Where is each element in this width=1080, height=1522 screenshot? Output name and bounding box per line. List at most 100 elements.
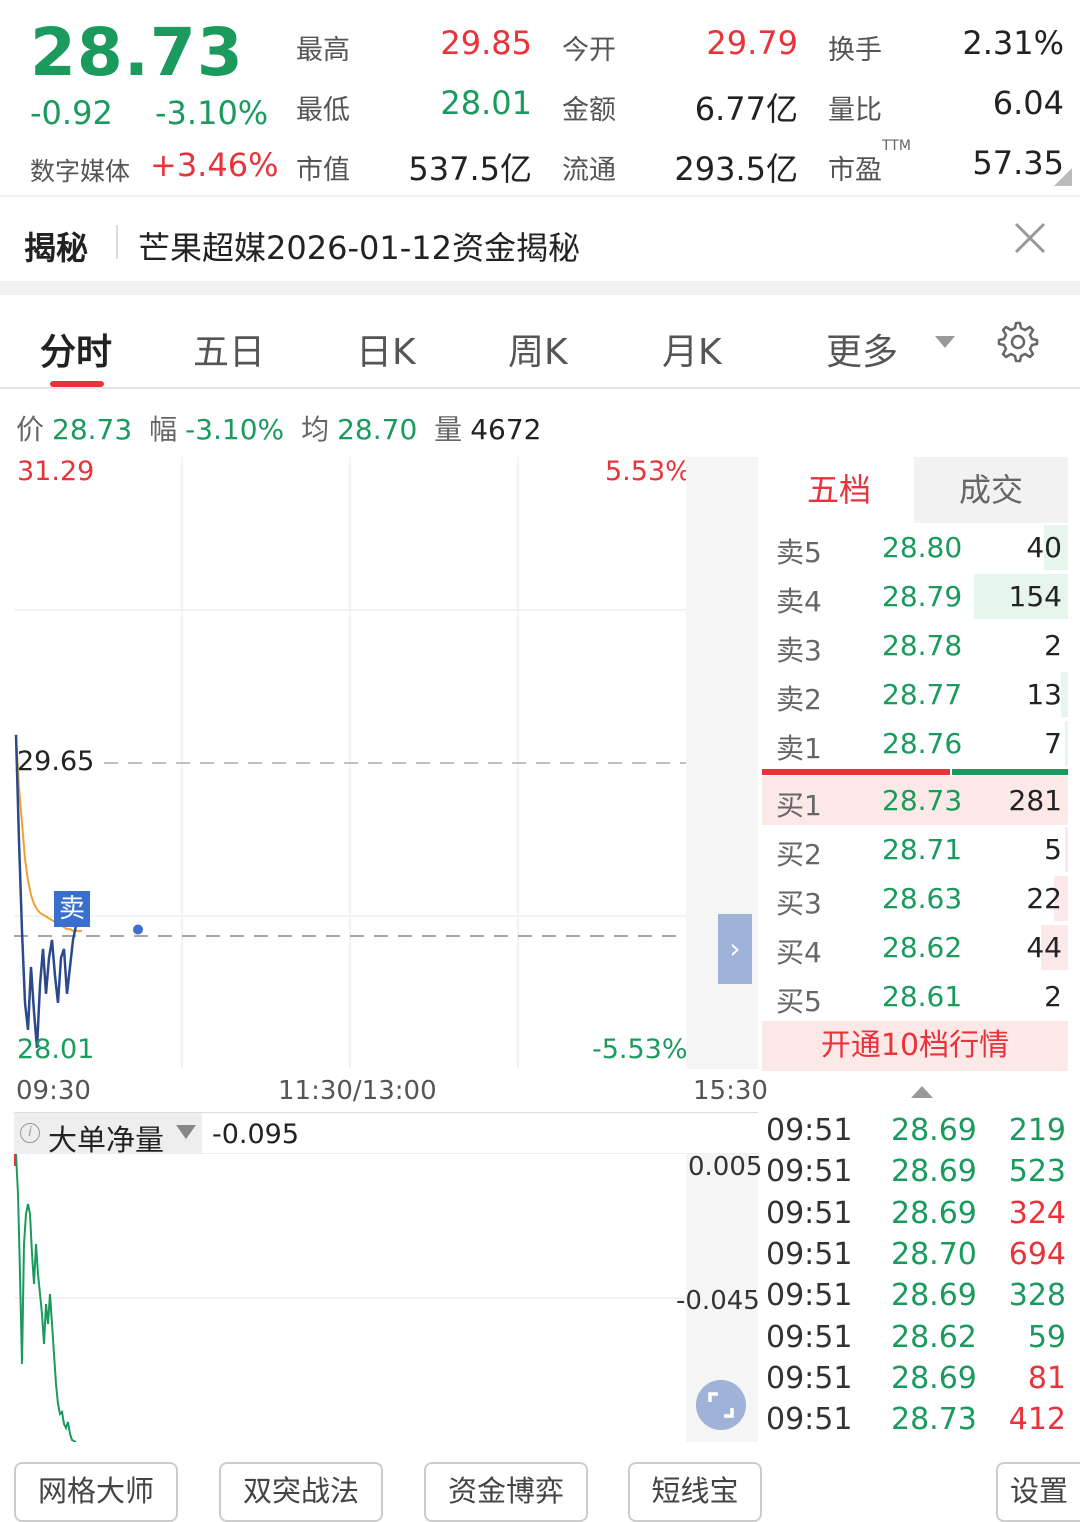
trade-row: 09:51 28.69 81 <box>766 1361 1066 1402</box>
tab-daily-k[interactable]: 日K <box>356 323 416 375</box>
sell-level-3[interactable]: 卖3 28.78 2 <box>762 621 1068 670</box>
float-cap-value: 293.5亿 <box>674 150 798 188</box>
buy-level-2[interactable]: 买2 28.71 5 <box>762 825 1068 874</box>
trade-row: 09:51 28.69 324 <box>766 1196 1066 1237</box>
tab-five-day[interactable]: 五日 <box>193 323 265 375</box>
chevron-up-icon[interactable] <box>911 1086 933 1098</box>
tab-monthly-k[interactable]: 月K <box>662 323 722 375</box>
info-price: 28.73 <box>52 413 133 446</box>
level-volume: 7 <box>1044 727 1062 760</box>
chart-high-label: 31.29 <box>17 456 95 487</box>
buy-level-4[interactable]: 买4 28.62 44 <box>762 923 1068 972</box>
sell-marker[interactable]: 卖 <box>54 891 90 927</box>
indicator-max-label: 0.005 <box>688 1152 763 1182</box>
level-price: 28.76 <box>882 727 963 760</box>
info-icon[interactable]: i <box>20 1123 40 1143</box>
info-avg: 28.70 <box>337 413 418 446</box>
chevron-down-icon[interactable] <box>935 336 955 348</box>
level-volume: 2 <box>1044 629 1062 662</box>
sector-name[interactable]: 数字媒体 <box>30 152 130 188</box>
level-volume: 13 <box>1026 678 1062 711</box>
fund-reveal-bar[interactable]: 揭秘 芒果超媒2026-01-12资金揭秘 <box>0 199 1080 281</box>
price-change-pct: -3.10% <box>155 94 269 132</box>
sell-level-4[interactable]: 卖2 28.77 13 <box>762 670 1068 719</box>
quote-header: 28.73 -0.92 -3.10% 数字媒体 +3.46% 最高 29.85 … <box>0 0 1080 197</box>
open-10-levels-button[interactable]: 开通10档行情 <box>762 1021 1068 1071</box>
buy-level-1[interactable]: 买1 28.73 281 <box>762 776 1068 825</box>
grid-master-button[interactable]: 网格大师 <box>14 1462 178 1522</box>
buy-pressure-bar <box>762 769 950 775</box>
double-breakout-button[interactable]: 双突战法 <box>219 1462 383 1522</box>
info-range: -3.10% <box>185 413 285 446</box>
fullscreen-icon[interactable] <box>696 1380 746 1430</box>
tab-intraday[interactable]: 分时 <box>40 323 112 375</box>
level-volume: 40 <box>1026 531 1062 564</box>
level-volume: 2 <box>1044 980 1062 1013</box>
trade-price: 28.69 <box>891 1195 977 1231</box>
level-price: 28.77 <box>882 678 963 711</box>
volume-ratio-value: 6.04 <box>992 84 1064 122</box>
level-price: 28.61 <box>882 980 963 1013</box>
price-change: -0.92 <box>30 94 113 132</box>
level-volume: 154 <box>1008 580 1062 613</box>
chart-high-pct-label: 5.53% <box>605 456 691 487</box>
settings-button[interactable]: 设置 <box>996 1462 1080 1522</box>
float-cap-label: 流通 <box>562 155 616 186</box>
level-price: 28.63 <box>882 882 963 915</box>
buy-volume-bar <box>1065 827 1068 872</box>
level-price: 28.80 <box>882 531 963 564</box>
trade-price: 28.69 <box>891 1113 977 1148</box>
trade-row: 09:51 28.62 59 <box>766 1320 1066 1361</box>
buy-level-3[interactable]: 买3 28.63 22 <box>762 874 1068 923</box>
section-gap <box>0 281 1080 295</box>
dropdown-arrow-icon <box>176 1125 196 1139</box>
low-value: 28.01 <box>440 84 532 122</box>
level-price: 28.62 <box>882 931 963 964</box>
trade-time: 09:51 <box>766 1236 853 1272</box>
open-value: 29.79 <box>706 24 798 62</box>
trade-time: 09:51 <box>766 1278 853 1314</box>
level-volume: 22 <box>1026 882 1062 915</box>
trade-volume: 412 <box>1008 1402 1066 1438</box>
fund-game-button[interactable]: 资金博弈 <box>424 1462 588 1522</box>
sector-change-pct[interactable]: +3.46% <box>150 146 278 184</box>
sell-volume-bar <box>1061 672 1068 717</box>
sell-pressure-bar <box>952 769 1068 775</box>
tab-five-levels[interactable]: 五档 <box>764 457 914 523</box>
sell-level-5[interactable]: 卖1 28.76 7 <box>762 719 1068 768</box>
trade-volume: 694 <box>1008 1236 1066 1272</box>
indicator-selector[interactable]: i 大单净量 <box>14 1113 202 1157</box>
current-price: 28.73 <box>30 14 244 91</box>
pe-label: 市盈 <box>828 155 882 186</box>
tab-more[interactable]: 更多 <box>826 323 898 375</box>
period-tabs: 分时 五日 日K 周K 月K 更多 <box>0 295 1080 389</box>
level-label: 买4 <box>776 936 822 969</box>
high-label: 最高 <box>296 35 350 66</box>
sell-level-1[interactable]: 卖5 28.80 40 <box>762 523 1068 572</box>
trade-row: 09:51 28.73 412 <box>766 1402 1066 1443</box>
tab-trades[interactable]: 成交 <box>914 457 1068 523</box>
price-label: 价 <box>16 413 45 446</box>
indicator-chart[interactable] <box>14 1154 686 1442</box>
indicator-header: i 大单净量 -0.095 <box>14 1112 758 1157</box>
chevron-right-icon[interactable]: › <box>718 914 752 984</box>
level-price: 28.73 <box>882 784 963 817</box>
buy-level-5[interactable]: 买5 28.61 2 <box>762 972 1068 1021</box>
trade-time: 09:51 <box>766 1113 853 1148</box>
trade-row: 09:51 28.69 523 <box>766 1154 1066 1195</box>
vol-label: 量 <box>434 413 463 446</box>
short-term-button[interactable]: 短线宝 <box>628 1462 762 1522</box>
tab-weekly-k[interactable]: 周K <box>508 323 568 375</box>
reveal-text[interactable]: 芒果超媒2026-01-12资金揭秘 <box>138 223 580 269</box>
close-icon[interactable] <box>1010 218 1050 258</box>
trade-price: 28.69 <box>891 1278 977 1314</box>
avg-label: 均 <box>301 413 330 446</box>
expand-corner-icon[interactable] <box>1054 168 1072 186</box>
range-label: 幅 <box>149 413 178 446</box>
trade-volume: 324 <box>1008 1195 1066 1231</box>
current-price-dot <box>133 924 143 935</box>
trade-time: 09:51 <box>766 1402 853 1438</box>
sell-level-2[interactable]: 卖4 28.79 154 <box>762 572 1068 621</box>
gear-icon[interactable] <box>996 320 1040 364</box>
trade-price: 28.69 <box>891 1154 977 1190</box>
